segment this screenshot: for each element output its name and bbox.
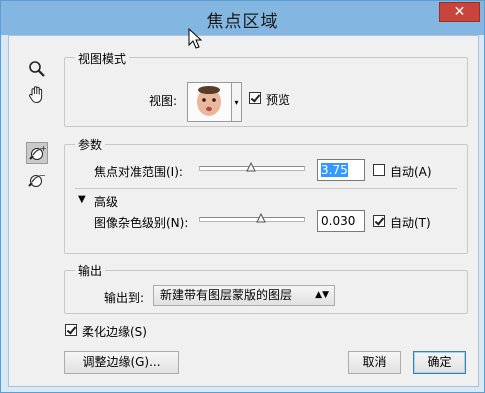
params-group bbox=[64, 144, 468, 254]
zoom-icon[interactable] bbox=[26, 58, 48, 80]
dialog-title: 焦点区域 bbox=[206, 12, 279, 32]
noise-level-input[interactable]: 0.030 bbox=[317, 210, 365, 232]
ok-button[interactable]: 确定 bbox=[413, 351, 466, 374]
advanced-toggle-icon[interactable]: ▼ bbox=[78, 194, 86, 205]
refine-edge-button[interactable]: 调整边缘(G)... bbox=[64, 351, 179, 374]
hand-icon[interactable] bbox=[26, 84, 48, 106]
noise-level-label: 图像杂色级别(N): bbox=[94, 216, 189, 230]
params-divider bbox=[75, 188, 457, 189]
dialog-body: + − 视图模式 视图: ▾ 预览 参数 焦点对准范围(I): 3.75 自动(… bbox=[8, 35, 479, 387]
focus-range-input[interactable]: 3.75 bbox=[317, 159, 365, 181]
view-dropdown-arrow[interactable]: ▾ bbox=[232, 82, 242, 122]
output-to-label: 输出到: bbox=[104, 291, 145, 305]
baby-thumbnail-image bbox=[188, 83, 231, 121]
title-bar[interactable]: 焦点区域 ✕ bbox=[1, 1, 484, 35]
noise-level-slider-thumb[interactable] bbox=[256, 212, 267, 223]
soften-edges-label: 柔化边缘(S) bbox=[82, 325, 147, 339]
focus-range-label: 焦点对准范围(I): bbox=[94, 165, 183, 179]
output-to-value: 新建带有图层蒙版的图层 bbox=[160, 288, 293, 302]
add-focus-brush-icon[interactable]: + bbox=[26, 142, 48, 164]
subtract-focus-brush-icon[interactable]: − bbox=[26, 170, 48, 192]
output-legend: 输出 bbox=[75, 262, 106, 279]
advanced-label[interactable]: 高级 bbox=[94, 193, 118, 210]
view-thumbnail[interactable] bbox=[187, 82, 232, 122]
soften-edges-checkbox[interactable] bbox=[65, 324, 77, 336]
focus-area-dialog: 焦点区域 ✕ + − 视图模式 视图: ▾ 预览 参数 焦点对准范围(I): 3… bbox=[0, 0, 485, 393]
focus-range-value: 3.75 bbox=[321, 163, 348, 177]
mouse-pointer-icon bbox=[188, 27, 204, 53]
select-arrow-icon: ▲▼ bbox=[315, 290, 329, 300]
preview-label: 预览 bbox=[266, 93, 291, 107]
preview-checkbox[interactable] bbox=[249, 92, 261, 104]
auto-a-label: 自动(A) bbox=[390, 165, 432, 179]
focus-range-slider-thumb[interactable] bbox=[246, 161, 256, 172]
close-button[interactable]: ✕ bbox=[439, 2, 480, 22]
noise-level-slider[interactable] bbox=[199, 217, 305, 222]
cancel-button[interactable]: 取消 bbox=[348, 351, 401, 374]
params-legend: 参数 bbox=[75, 136, 106, 153]
view-mode-legend: 视图模式 bbox=[75, 50, 130, 67]
view-label: 视图: bbox=[149, 94, 178, 108]
auto-a-checkbox[interactable] bbox=[373, 164, 385, 176]
output-to-select[interactable]: 新建带有图层蒙版的图层 ▲▼ bbox=[153, 285, 335, 306]
svg-text:−: − bbox=[39, 171, 46, 180]
auto-t-checkbox[interactable] bbox=[373, 215, 385, 227]
auto-t-label: 自动(T) bbox=[390, 216, 431, 230]
svg-text:+: + bbox=[40, 144, 47, 153]
